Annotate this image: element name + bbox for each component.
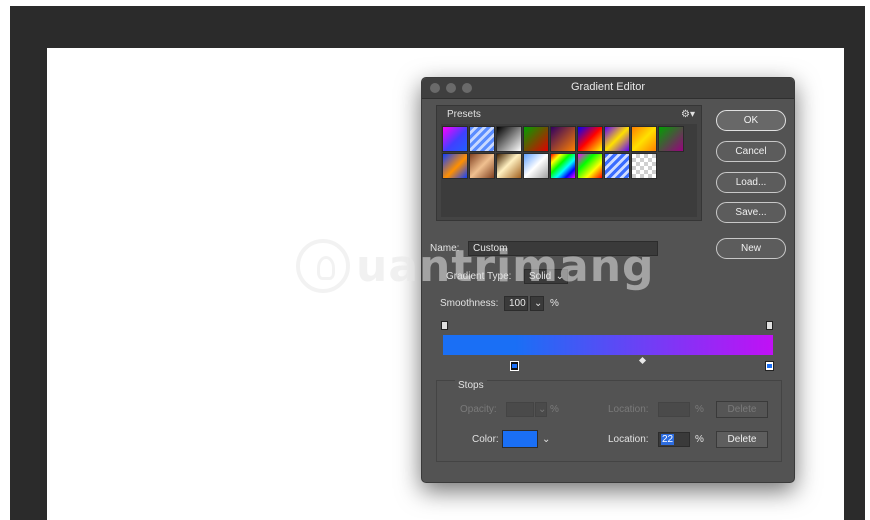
- smoothness-dropdown[interactable]: ⌄: [530, 296, 544, 311]
- opacity-location-unit: %: [695, 404, 704, 415]
- save-button[interactable]: Save...: [716, 202, 786, 223]
- preset-swatch[interactable]: [604, 153, 630, 179]
- presets-panel: Presets ⚙▾: [436, 105, 702, 221]
- gradient-editor-dialog: Gradient Editor Presets ⚙▾ OK Cancel Loa…: [421, 77, 795, 483]
- opacity-location-field[interactable]: [658, 402, 690, 417]
- opacity-dropdown[interactable]: ⌄: [535, 402, 547, 417]
- preset-swatch[interactable]: [550, 153, 576, 179]
- preset-swatch[interactable]: [577, 153, 603, 179]
- title-bar[interactable]: Gradient Editor: [422, 78, 794, 99]
- chevron-down-icon: ⌄: [555, 271, 564, 282]
- smoothness-field[interactable]: 100: [504, 296, 528, 311]
- opacity-stop-right[interactable]: [766, 321, 773, 330]
- opacity-stop-left[interactable]: [441, 321, 448, 330]
- color-location-value: 22: [661, 434, 675, 445]
- preset-swatch[interactable]: [523, 153, 549, 179]
- opacity-unit: %: [550, 404, 559, 415]
- chevron-down-icon: ⌄: [538, 404, 547, 415]
- stops-label: Stops: [455, 380, 487, 391]
- smoothness-label: Smoothness:: [440, 298, 499, 309]
- name-field[interactable]: Custom: [468, 241, 658, 256]
- gear-icon[interactable]: ⚙▾: [681, 109, 695, 120]
- load-button[interactable]: Load...: [716, 172, 786, 193]
- preset-swatch[interactable]: [442, 153, 468, 179]
- color-midpoint[interactable]: [638, 356, 647, 365]
- preset-swatch[interactable]: [442, 126, 468, 152]
- color-stop-right[interactable]: [765, 361, 774, 371]
- color-location-unit: %: [695, 434, 704, 445]
- preset-swatch[interactable]: [469, 153, 495, 179]
- new-button[interactable]: New: [716, 238, 786, 259]
- color-swatch[interactable]: [502, 430, 538, 448]
- delete-color-stop-button[interactable]: Delete: [716, 431, 768, 448]
- gradient-bar[interactable]: [443, 335, 773, 355]
- gradient-type-label: Gradient Type:: [446, 271, 512, 282]
- preset-swatch[interactable]: [604, 126, 630, 152]
- name-label: Name:: [430, 243, 460, 254]
- color-location-field[interactable]: 22: [658, 432, 690, 447]
- dialog-title: Gradient Editor: [571, 81, 645, 93]
- preset-swatch[interactable]: [496, 126, 522, 152]
- gradient-type-select[interactable]: Solid ⌄: [524, 269, 568, 284]
- preset-swatch[interactable]: [577, 126, 603, 152]
- cancel-button[interactable]: Cancel: [716, 141, 786, 162]
- color-location-label: Location:: [608, 434, 649, 445]
- preset-swatch[interactable]: [550, 126, 576, 152]
- gradient-type-value: Solid: [529, 271, 552, 282]
- preset-swatch[interactable]: [496, 153, 522, 179]
- preset-swatch[interactable]: [469, 126, 495, 152]
- preset-swatch[interactable]: [631, 126, 657, 152]
- opacity-label: Opacity:: [460, 404, 497, 415]
- chevron-down-icon[interactable]: ⌄: [542, 434, 550, 445]
- color-label: Color:: [472, 434, 499, 445]
- preset-swatch[interactable]: [658, 126, 684, 152]
- stops-group: [436, 380, 782, 462]
- delete-opacity-stop-button[interactable]: Delete: [716, 401, 768, 418]
- screenshot-frame: uantrimang Gradient Editor Presets ⚙▾ OK…: [0, 0, 870, 520]
- preset-swatches: [441, 124, 697, 217]
- ok-button[interactable]: OK: [716, 110, 786, 131]
- smoothness-unit: %: [550, 298, 559, 309]
- preset-swatch[interactable]: [523, 126, 549, 152]
- preset-swatch[interactable]: [631, 153, 657, 179]
- chevron-down-icon: ⌄: [534, 298, 543, 309]
- presets-label: Presets: [447, 109, 481, 120]
- color-stop-selected[interactable]: [510, 361, 519, 371]
- opacity-location-label: Location:: [608, 404, 649, 415]
- opacity-field[interactable]: [506, 402, 534, 417]
